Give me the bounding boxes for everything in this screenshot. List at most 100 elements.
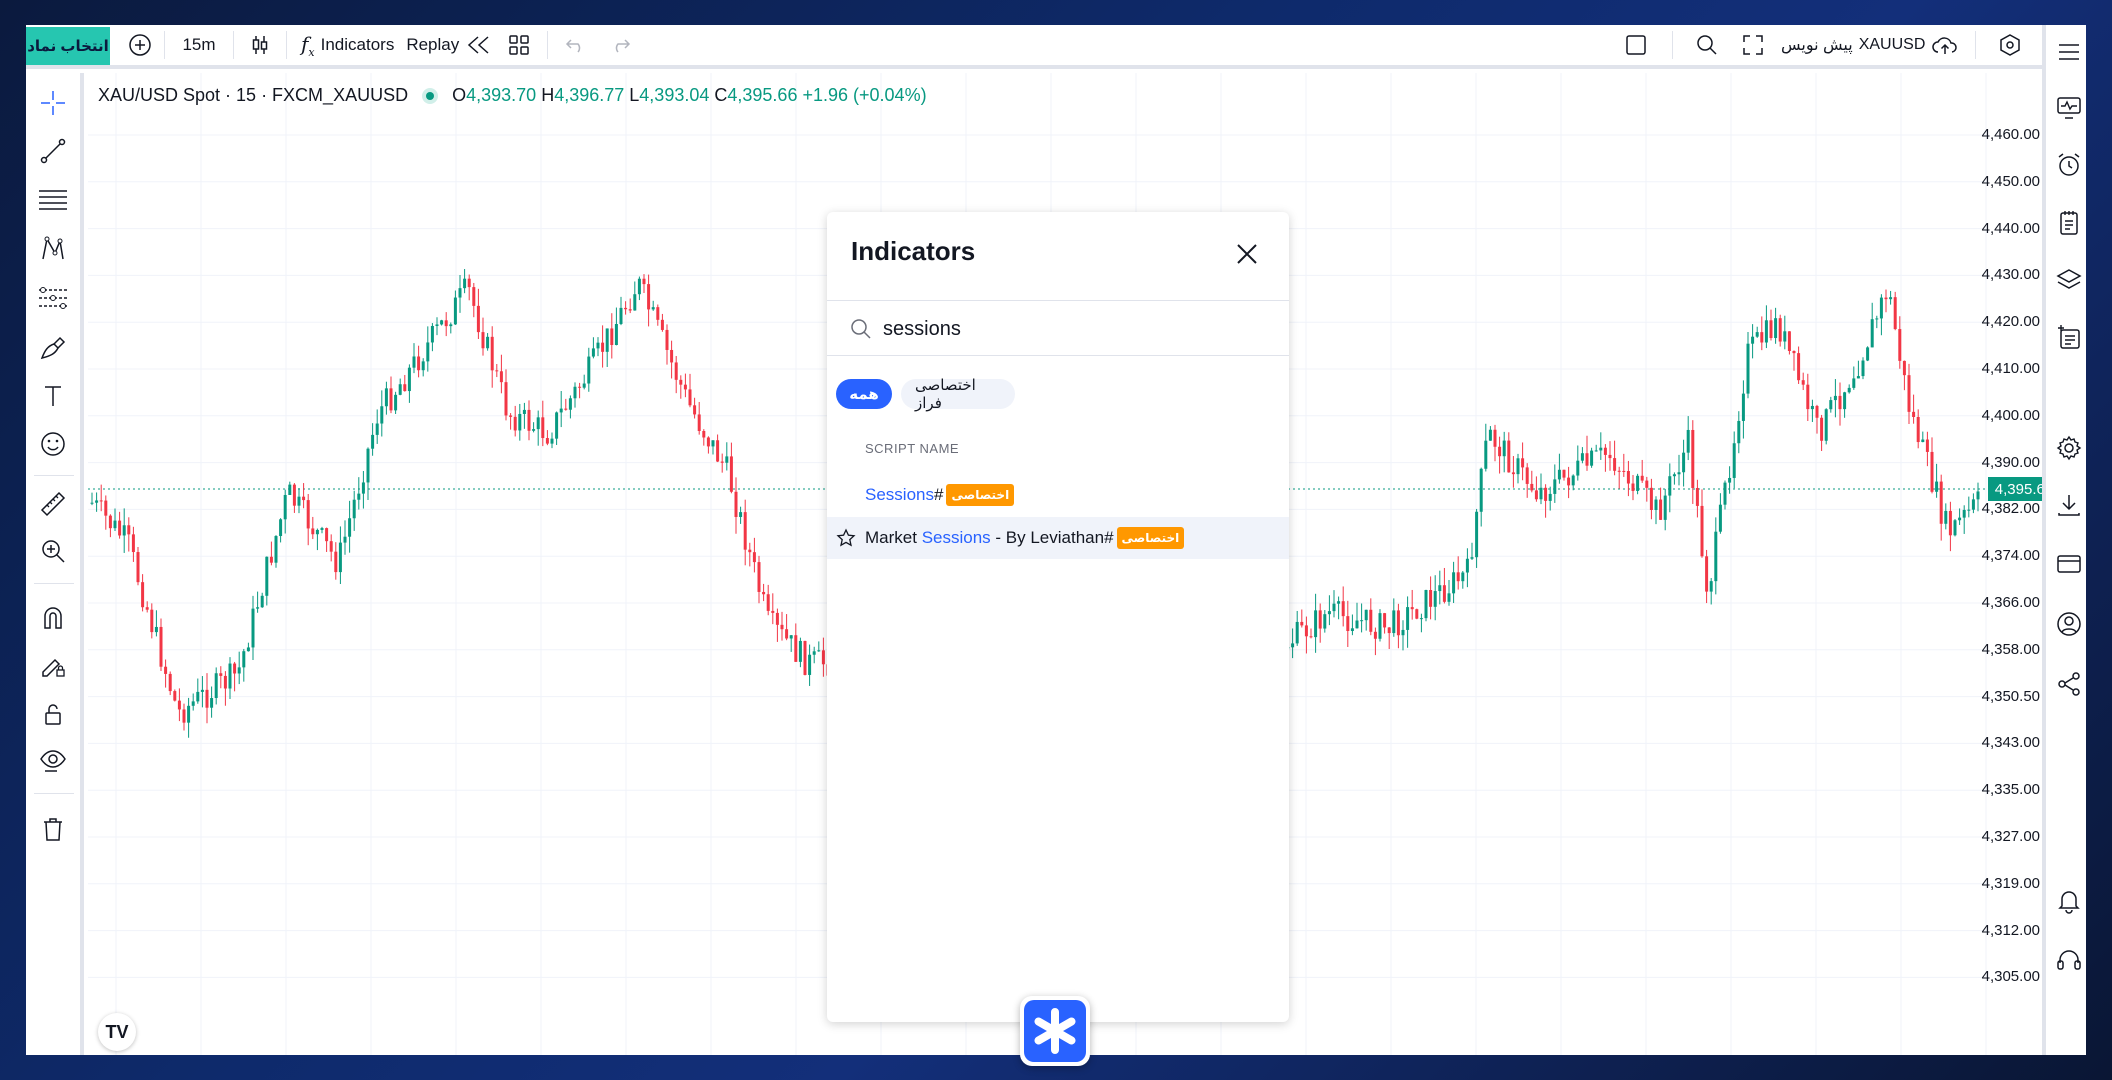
price-tick-label: 4,327.00 [1981, 828, 2040, 845]
user-icon [2057, 612, 2081, 636]
crosshair-tool[interactable] [38, 88, 68, 118]
quick-search-button[interactable] [1689, 25, 1725, 65]
drawing-mode-tool[interactable] [38, 651, 68, 681]
result-suffix: # [933, 485, 944, 504]
close-button[interactable] [1231, 238, 1263, 270]
price-tick-label: 4,430.00 [1981, 266, 2040, 284]
tradingview-logo[interactable]: TV [98, 1013, 136, 1051]
calendar-button[interactable] [2054, 323, 2084, 353]
credit-card-icon [2057, 555, 2081, 573]
market-status-icon [422, 87, 439, 104]
share-button[interactable] [2054, 669, 2084, 699]
lock-tool[interactable] [38, 699, 68, 729]
price-tick-label: 4,382.00 [1981, 500, 2040, 518]
legend-ohlc: O4,393.70 H4,396.77 L4,393.04 C4,395.66 … [452, 85, 927, 105]
result-highlight: Sessions [921, 528, 991, 547]
price-tick-label: 4,374.00 [1981, 547, 2040, 565]
ruler-tool[interactable] [38, 489, 68, 519]
layout-name[interactable]: پیش نویس XAUUSD [1781, 25, 1959, 65]
download-button[interactable] [2054, 490, 2084, 520]
measure-lines-icon [39, 287, 67, 309]
favorite-star-button[interactable] [827, 528, 865, 548]
visibility-tool[interactable] [38, 746, 68, 776]
brush-tool[interactable] [38, 332, 68, 362]
search-input[interactable] [883, 313, 1263, 345]
price-tick-label: 4,358.00 [1981, 640, 2040, 658]
trend-line-tool[interactable] [38, 136, 68, 166]
trash-icon [44, 818, 62, 841]
cloud-upload-icon [1932, 37, 1958, 54]
asterisk-logo-icon [1024, 1000, 1086, 1062]
watchlist-button[interactable] [2054, 93, 2084, 123]
ruler-icon [40, 491, 66, 517]
zoom-tool[interactable] [38, 536, 68, 566]
support-button[interactable] [2054, 945, 2084, 975]
add-symbol-button[interactable] [122, 25, 158, 65]
chart-type-button[interactable] [240, 25, 280, 65]
prediction-tool[interactable] [38, 283, 68, 313]
indicators-button[interactable]: fx Indicators [293, 25, 402, 65]
trend-line-icon [40, 138, 66, 164]
result-row[interactable]: Market Sessions - By Leviathan# اختصاصی [827, 517, 1289, 559]
interval-button[interactable]: 15m [171, 25, 227, 65]
emoji-tool[interactable] [38, 429, 68, 459]
tv-logo-icon: TV [105, 1021, 129, 1042]
price-tick-label: 4,343.00 [1981, 734, 2040, 752]
symbol-search-button[interactable]: انتخاب نماد [26, 27, 110, 65]
price-tick-label: 4,305.00 [1981, 968, 2040, 986]
search-bar [827, 300, 1289, 356]
fib-tool[interactable] [38, 185, 68, 215]
eye-icon [40, 750, 66, 772]
result-prefix: Market [865, 528, 922, 547]
redo-button[interactable] [598, 25, 642, 65]
gear-icon [2056, 435, 2082, 461]
profile-button[interactable] [2054, 609, 2084, 639]
payment-button[interactable] [2054, 549, 2084, 579]
app-badge[interactable] [1020, 996, 1090, 1066]
menu-button[interactable] [2054, 37, 2084, 67]
notes-button[interactable] [2054, 208, 2084, 238]
replay-button[interactable]: Replay [402, 25, 497, 65]
result-highlight: Sessions [865, 485, 934, 504]
fullscreen-button[interactable] [1735, 25, 1771, 65]
alarm-clock-icon [2058, 153, 2080, 176]
grid-icon [509, 35, 529, 55]
legend-symbol[interactable]: XAU/USD Spot · 15 · FXCM_XAUUSD [98, 85, 408, 106]
alerts-button[interactable] [2054, 150, 2084, 180]
undo-button[interactable] [554, 25, 598, 65]
fullscreen-square-button[interactable] [1616, 25, 1656, 65]
close-icon [1237, 244, 1257, 264]
divider [286, 31, 287, 59]
chart-settings-button[interactable] [2054, 433, 2084, 463]
remove-drawings-tool[interactable] [38, 814, 68, 844]
indicators-dialog: Indicators همه اختصاصی فراز SCRIPT NAME … [827, 212, 1289, 1022]
custom-badge: اختصاصی [946, 484, 1015, 506]
layers-button[interactable] [2054, 265, 2084, 295]
price-tick-label: 4,390.00 [1981, 453, 2040, 471]
magnet-icon [44, 607, 62, 629]
pencil-lock-icon [42, 658, 65, 677]
result-suffix: - By Leviathan# [990, 528, 1114, 547]
text-tool[interactable] [38, 381, 68, 411]
magnet-tool[interactable] [38, 603, 68, 633]
redo-icon [616, 39, 631, 53]
divider [164, 31, 165, 59]
bell-icon [2058, 891, 2080, 914]
result-row[interactable]: Sessions # اختصاصی [827, 474, 1289, 516]
layouts-button[interactable] [497, 25, 541, 65]
top-toolbar: انتخاب نماد 15m fx Indicators Replay پیش… [26, 25, 2086, 69]
filter-chip-custom[interactable]: اختصاصی فراز [901, 377, 1015, 412]
share-icon [2058, 672, 2080, 696]
pattern-tool[interactable] [38, 234, 68, 264]
filter-chip-all[interactable]: همه [836, 379, 892, 409]
replay-label: Replay [406, 35, 460, 54]
indicators-label: Indicators [320, 35, 395, 54]
headset-icon [2057, 950, 2081, 970]
price-tick-label: 4,350.50 [1981, 687, 2040, 705]
price-axis[interactable]: 4,460.00 4,450.00 4,440.00 4,430.00 4,420.00… [1982, 73, 2042, 1055]
smiley-icon [41, 432, 65, 456]
settings-button[interactable] [1992, 25, 2028, 65]
notifications-button[interactable] [2054, 885, 2084, 915]
divider [34, 793, 74, 794]
unlock-icon [45, 704, 61, 725]
